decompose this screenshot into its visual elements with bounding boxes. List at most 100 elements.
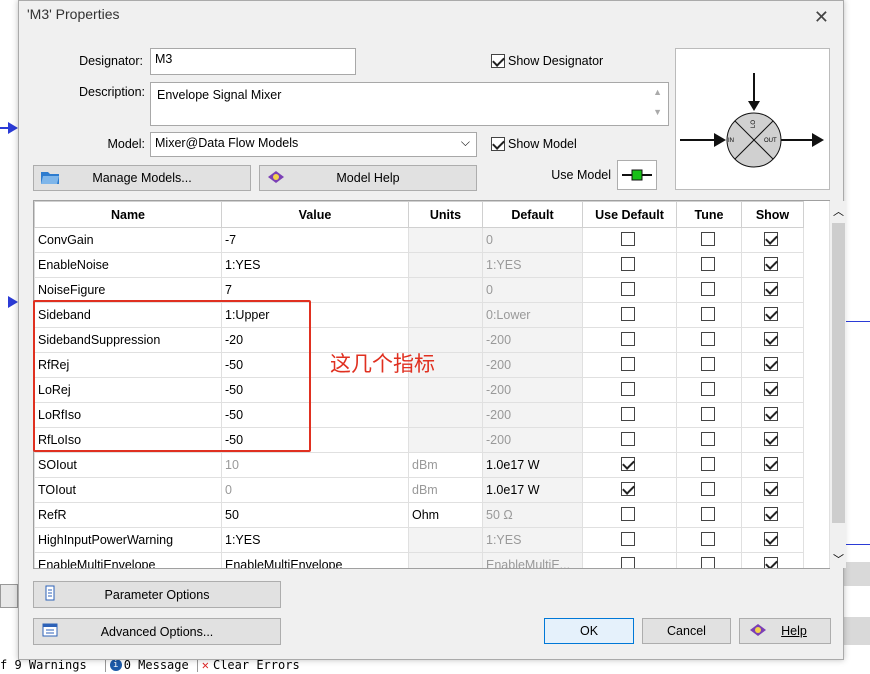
dialog-title: 'M3' Properties bbox=[27, 6, 120, 22]
column-header[interactable]: Tune bbox=[676, 201, 742, 228]
tune-checkbox[interactable] bbox=[700, 281, 715, 296]
show-checkbox[interactable] bbox=[764, 306, 778, 321]
use-model-button[interactable] bbox=[617, 160, 657, 190]
column-header[interactable]: Show bbox=[741, 201, 804, 228]
scroll-up-icon[interactable]: ▲ bbox=[653, 87, 662, 97]
table-row: SOIout 10 dBm 1.0e17 W bbox=[34, 452, 804, 478]
show-model-checkbox[interactable]: Show Model bbox=[491, 137, 577, 151]
show-checkbox-cell bbox=[741, 402, 804, 428]
use-default-checkbox[interactable] bbox=[621, 406, 635, 421]
tune-checkbox[interactable] bbox=[700, 531, 715, 546]
use-default-checkbox[interactable] bbox=[621, 556, 635, 568]
show-checkbox-cell bbox=[741, 377, 804, 403]
param-default: 0:Lower bbox=[482, 302, 583, 328]
param-value[interactable]: 0 bbox=[221, 477, 409, 503]
use-default-checkbox[interactable] bbox=[621, 281, 635, 296]
column-header[interactable]: Use Default bbox=[582, 201, 677, 228]
ok-button[interactable]: OK bbox=[544, 618, 634, 644]
use-default-checkbox[interactable] bbox=[621, 231, 635, 246]
show-checkbox[interactable] bbox=[764, 506, 778, 521]
tune-checkbox[interactable] bbox=[700, 231, 715, 246]
tune-checkbox[interactable] bbox=[700, 356, 715, 371]
use-default-checkbox-cell bbox=[582, 227, 677, 253]
column-header[interactable]: Default bbox=[482, 201, 583, 228]
use-default-checkbox[interactable] bbox=[621, 531, 635, 546]
show-checkbox[interactable] bbox=[764, 256, 778, 271]
show-checkbox[interactable] bbox=[764, 331, 778, 346]
manage-models-button[interactable]: Manage Models... bbox=[33, 165, 251, 191]
param-value[interactable]: 10 bbox=[221, 452, 409, 478]
use-default-checkbox[interactable] bbox=[621, 256, 635, 271]
scroll-thumb[interactable] bbox=[832, 223, 845, 523]
show-designator-checkbox[interactable]: Show Designator bbox=[491, 54, 603, 68]
param-value[interactable]: EnableMultiEnvelope bbox=[221, 552, 409, 568]
param-default: -200 bbox=[482, 352, 583, 378]
scroll-down-icon[interactable]: ▼ bbox=[653, 107, 662, 117]
tune-checkbox-cell bbox=[676, 277, 742, 303]
tune-checkbox[interactable] bbox=[700, 406, 715, 421]
param-default: 1.0e17 W bbox=[482, 477, 583, 503]
show-checkbox[interactable] bbox=[764, 481, 778, 496]
use-default-checkbox-cell bbox=[582, 527, 677, 553]
use-default-checkbox[interactable] bbox=[621, 431, 635, 446]
chevron-down-icon: ⌵ bbox=[460, 135, 470, 149]
tune-checkbox[interactable] bbox=[700, 306, 715, 321]
column-header[interactable]: Value bbox=[221, 201, 409, 228]
show-checkbox[interactable] bbox=[764, 556, 778, 568]
show-checkbox[interactable] bbox=[764, 281, 778, 296]
show-checkbox-cell bbox=[741, 477, 804, 503]
show-checkbox[interactable] bbox=[764, 431, 778, 446]
help-button[interactable]: Help bbox=[739, 618, 831, 644]
param-name: EnableMultiEnvelope bbox=[34, 552, 222, 568]
description-input[interactable]: Envelope Signal Mixer ▲ ▼ bbox=[150, 82, 669, 126]
tune-checkbox[interactable] bbox=[700, 506, 715, 521]
show-checkbox[interactable] bbox=[764, 406, 778, 421]
clear-errors-button[interactable]: ✕ Clear Errors bbox=[196, 658, 300, 672]
show-checkbox[interactable] bbox=[764, 381, 778, 396]
tune-checkbox[interactable] bbox=[700, 556, 715, 568]
use-default-checkbox[interactable] bbox=[621, 306, 635, 321]
param-value[interactable]: 7 bbox=[221, 277, 409, 303]
tune-checkbox[interactable] bbox=[700, 431, 715, 446]
advanced-options-button[interactable]: Advanced Options... bbox=[33, 618, 281, 645]
tune-checkbox[interactable] bbox=[700, 256, 715, 271]
show-checkbox[interactable] bbox=[764, 456, 778, 471]
use-default-checkbox-cell bbox=[582, 302, 677, 328]
folder-icon bbox=[41, 172, 59, 184]
tune-checkbox[interactable] bbox=[700, 381, 715, 396]
scroll-down-icon[interactable]: ﹀ bbox=[833, 551, 844, 567]
param-value[interactable]: -7 bbox=[221, 227, 409, 253]
param-value[interactable]: 1:YES bbox=[221, 527, 409, 553]
tune-checkbox-cell bbox=[676, 352, 742, 378]
column-header[interactable]: Units bbox=[408, 201, 483, 228]
use-default-checkbox[interactable] bbox=[621, 356, 635, 371]
tune-checkbox[interactable] bbox=[700, 331, 715, 346]
warnings-count[interactable]: f 9 Warnings bbox=[0, 658, 87, 672]
model-select[interactable]: Mixer@Data Flow Models ⌵ bbox=[150, 132, 477, 157]
use-default-checkbox[interactable] bbox=[621, 381, 635, 396]
table-row: EnableMultiEnvelope EnableMultiEnvelope En… bbox=[34, 552, 804, 568]
messages-count[interactable]: i 0 Message bbox=[104, 658, 189, 672]
table-scrollbar[interactable]: ︿ ﹀ bbox=[829, 201, 846, 568]
close-icon[interactable]: ✕ bbox=[814, 7, 829, 28]
param-value[interactable]: 50 bbox=[221, 502, 409, 528]
tune-checkbox-cell bbox=[676, 327, 742, 353]
cancel-button[interactable]: Cancel bbox=[642, 618, 731, 644]
param-value[interactable]: 1:YES bbox=[221, 252, 409, 278]
parameter-options-button[interactable]: Parameter Options bbox=[33, 581, 281, 608]
tune-checkbox[interactable] bbox=[700, 481, 715, 496]
show-checkbox[interactable] bbox=[764, 356, 778, 371]
use-default-checkbox-cell bbox=[582, 377, 677, 403]
use-default-checkbox[interactable] bbox=[621, 456, 635, 471]
tune-checkbox[interactable] bbox=[700, 456, 715, 471]
show-checkbox[interactable] bbox=[764, 531, 778, 546]
use-default-checkbox[interactable] bbox=[621, 481, 635, 496]
show-checkbox[interactable] bbox=[764, 231, 778, 246]
scroll-up-icon[interactable]: ︿ bbox=[833, 203, 844, 219]
model-help-button[interactable]: Model Help bbox=[259, 165, 477, 191]
use-default-checkbox[interactable] bbox=[621, 506, 635, 521]
designator-input[interactable]: M3 bbox=[150, 48, 356, 75]
column-header[interactable]: Name bbox=[34, 201, 222, 228]
use-default-checkbox[interactable] bbox=[621, 331, 635, 346]
param-units bbox=[408, 277, 483, 303]
